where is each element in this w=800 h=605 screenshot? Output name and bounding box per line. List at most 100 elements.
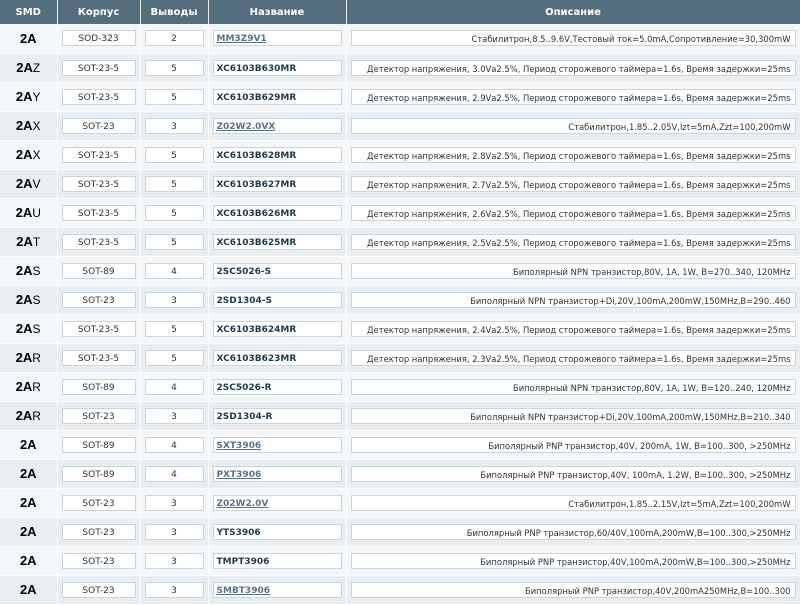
smd-code-cell: 2AX: [0, 140, 58, 170]
smd-code-suffix: Z: [32, 61, 41, 75]
package-value: SOT-23-5: [61, 88, 136, 105]
pins-cell: 5: [140, 82, 209, 112]
description-value: Детектор напряжения, 2.6Vа2.5%, Период с…: [350, 204, 796, 221]
part-name-cell: MM3Z9V1: [208, 24, 347, 54]
smd-code-suffix: X: [32, 119, 41, 133]
part-name: YTS3906: [212, 523, 342, 540]
part-name-link[interactable]: SXT3906: [212, 436, 342, 453]
smd-code: 2A: [16, 60, 33, 75]
part-name-link[interactable]: SMBT3906: [212, 581, 342, 598]
header-smd[interactable]: SMD: [0, 0, 58, 24]
pins-cell: 3: [140, 575, 209, 605]
smd-code: 2A: [19, 582, 37, 597]
package-cell: SOT-89: [57, 430, 141, 460]
pins-value: 5: [144, 59, 204, 76]
table-row: 2A SOT-23 3 TMPT3906 Биполярный PNP тран…: [0, 546, 800, 576]
part-name: 2SD1304-S: [212, 291, 342, 308]
smd-code-cell: 2AR: [0, 343, 58, 373]
part-name-link[interactable]: Z02W2.0VX: [212, 117, 342, 134]
part-name-link[interactable]: MM3Z9V1: [212, 30, 342, 47]
description-value: Детектор напряжения, 2.3Vа2.5%, Период с…: [350, 349, 796, 366]
package-cell: SOT-23: [57, 546, 141, 576]
pins-cell: 5: [140, 53, 209, 83]
package-cell: SOT-23-5: [57, 169, 141, 199]
description-cell: Биполярный PNP транзистор,60/40V,100mA,2…: [346, 517, 800, 547]
smd-code: 2A: [15, 321, 33, 336]
package-value: SOT-23-5: [61, 175, 136, 192]
smd-code-cell: 2AU: [0, 198, 58, 228]
smd-code-suffix: T: [32, 235, 41, 249]
description-cell: Стабилитрон,8.5..9.6V,Тестовый ток=5.0mA…: [346, 24, 800, 54]
smd-code: 2A: [15, 292, 33, 307]
description-value: Детектор напряжения, 2.8Vа2.5%, Период с…: [350, 146, 796, 163]
smd-code: 2A: [16, 234, 33, 249]
table-row: 2AX SOT-23 3 Z02W2.0VX Стабилитрон,1.85.…: [0, 111, 800, 141]
pins-cell: 3: [140, 111, 209, 141]
package-value: SOT-23-5: [61, 204, 136, 221]
package-cell: SOT-23-5: [57, 227, 141, 257]
pins-cell: 5: [140, 314, 209, 344]
description-cell: Биполярный PNP транзистор,40V,100mA,200m…: [346, 546, 800, 576]
description-value: Биполярный PNP транзистор,40V,200mA250MH…: [350, 581, 796, 598]
description-value: Стабилитрон,8.5..9.6V,Тестовый ток=5.0mA…: [350, 30, 796, 47]
pins-cell: 3: [140, 401, 209, 431]
part-name-cell: XC6103B623MR: [208, 343, 347, 373]
table-row: 2AR SOT-89 4 2SC5026-R Биполярный NPN тр…: [0, 372, 800, 402]
pins-cell: 5: [140, 343, 209, 373]
part-name-cell: SMBT3906: [208, 575, 347, 605]
description-cell: Детектор напряжения, 2.3Vа2.5%, Период с…: [346, 343, 800, 373]
pins-cell: 5: [140, 198, 209, 228]
description-cell: Детектор напряжения, 2.4Vа2.5%, Период с…: [346, 314, 800, 344]
pins-value: 5: [144, 175, 204, 192]
package-value: SOT-23-5: [61, 349, 136, 366]
smd-code-suffix: S: [32, 322, 41, 336]
description-cell: Детектор напряжения, 3.0Vа2.5%, Период с…: [346, 53, 800, 83]
package-value: SOT-23: [61, 552, 136, 569]
description-value: Биполярный PNP транзистор,40V,100mA,200m…: [350, 552, 796, 569]
header-pins[interactable]: Выводы: [140, 0, 209, 24]
part-name-cell: 2SD1304-S: [208, 285, 347, 315]
part-name: XC6103B628MR: [212, 146, 342, 163]
smd-code: 2A: [19, 437, 37, 452]
table-row: 2AU SOT-23-5 5 XC6103B626MR Детектор нап…: [0, 198, 800, 228]
smd-code: 2A: [19, 553, 37, 568]
pins-value: 5: [144, 320, 204, 337]
header-name[interactable]: Название: [208, 0, 347, 24]
package-cell: SOT-23: [57, 488, 141, 518]
pins-cell: 4: [140, 372, 209, 402]
pins-value: 3: [144, 523, 204, 540]
description-cell: Биполярный PNP транзистор,40V, 100mA, 1.…: [346, 459, 800, 489]
pins-cell: 3: [140, 517, 209, 547]
description-value: Биполярный NPN транзистор+Di,20V,100mA,2…: [350, 407, 796, 424]
part-name-cell: XC6103B628MR: [208, 140, 347, 170]
package-cell: SOT-23: [57, 575, 141, 605]
header-package[interactable]: Корпус: [57, 0, 141, 24]
description-cell: Детектор напряжения, 2.6Vа2.5%, Период с…: [346, 198, 800, 228]
pins-value: 5: [144, 146, 204, 163]
smd-code-cell: 2A: [0, 517, 58, 547]
smd-code-cell: 2AS: [0, 285, 58, 315]
part-name-link[interactable]: Z02W2.0V: [212, 494, 342, 511]
description-cell: Детектор напряжения, 2.8Vа2.5%, Период с…: [346, 140, 800, 170]
header-description[interactable]: Описание: [346, 0, 800, 24]
description-cell: Биполярный PNP транзистор,40V,200mA250MH…: [346, 575, 800, 605]
part-name-link[interactable]: PXT3906: [212, 465, 342, 482]
part-name-cell: 2SC5026-R: [208, 372, 347, 402]
description-cell: Детектор напряжения, 2.9Vа2.5%, Период с…: [346, 82, 800, 112]
table-row: 2AV SOT-23-5 5 XC6103B627MR Детектор нап…: [0, 169, 800, 199]
description-cell: Детектор напряжения, 2.5Vа2.5%, Период с…: [346, 227, 800, 257]
part-name-cell: TMPT3906: [208, 546, 347, 576]
smd-code-suffix: S: [32, 264, 41, 278]
description-value: Детектор напряжения, 3.0Vа2.5%, Период с…: [350, 59, 796, 76]
part-name: XC6103B626MR: [212, 204, 342, 221]
pins-value: 2: [144, 30, 204, 47]
package-value: SOT-89: [61, 378, 136, 395]
package-value: SOT-23: [61, 407, 136, 424]
smd-code-suffix: R: [32, 351, 41, 365]
pins-value: 4: [144, 262, 204, 279]
smd-code-cell: 2AR: [0, 401, 58, 431]
table-row: 2A SOT-23 3 Z02W2.0V Стабилитрон,1.85..2…: [0, 488, 800, 518]
table-row: 2AX SOT-23-5 5 XC6103B628MR Детектор нап…: [0, 140, 800, 170]
package-value: SOT-89: [61, 262, 136, 279]
package-cell: SOT-23: [57, 285, 141, 315]
